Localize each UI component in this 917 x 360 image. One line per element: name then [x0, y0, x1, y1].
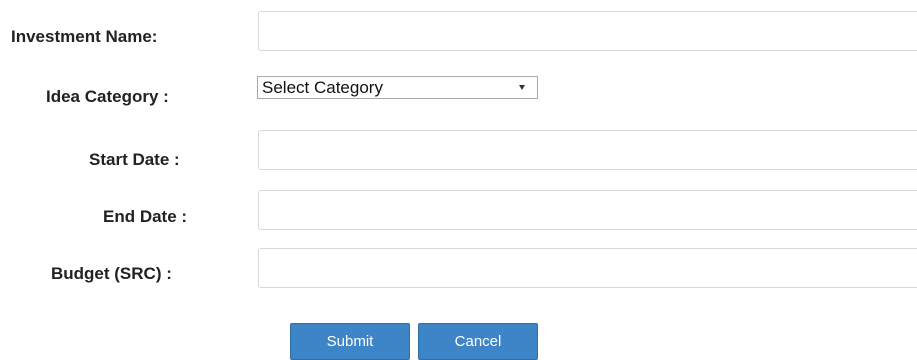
budget-input[interactable]: [258, 248, 917, 288]
chevron-down-icon: [519, 85, 525, 90]
investment-name-label: Investment Name:: [11, 27, 158, 46]
budget-label: Budget (SRC) :: [51, 264, 172, 283]
investment-name-input[interactable]: [258, 11, 917, 51]
start-date-label: Start Date :: [89, 150, 180, 169]
idea-category-select[interactable]: Select Category: [257, 76, 538, 99]
end-date-input[interactable]: [258, 190, 917, 230]
idea-category-selected-value: Select Category: [262, 78, 383, 97]
end-date-label: End Date :: [103, 207, 188, 226]
start-date-input[interactable]: [258, 130, 917, 170]
investment-form: Investment Name: Idea Category : Select …: [0, 0, 917, 360]
idea-category-label: Idea Category :: [46, 87, 169, 106]
cancel-button[interactable]: Cancel: [418, 323, 538, 360]
submit-button[interactable]: Submit: [290, 323, 410, 360]
